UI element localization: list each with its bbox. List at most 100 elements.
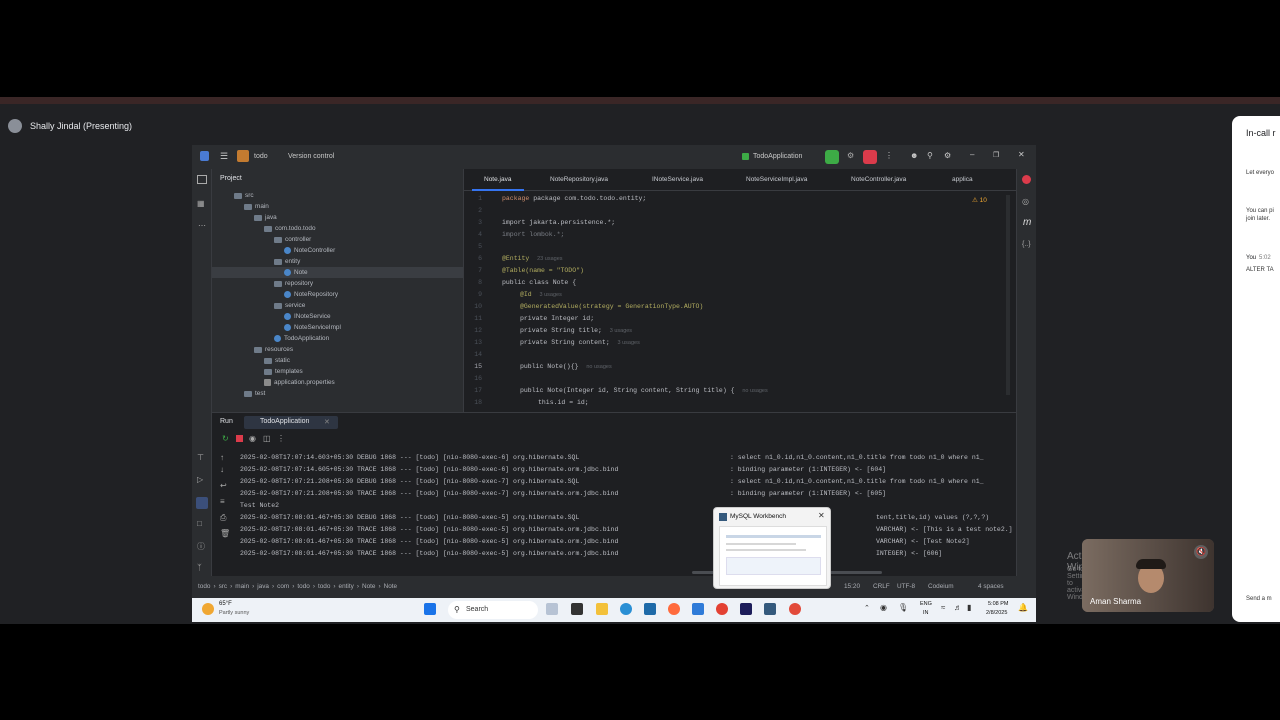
tree-item-templates[interactable]: templates (264, 366, 303, 377)
restore-icon[interactable]: ❐ (993, 151, 999, 159)
debug-icon[interactable]: ⚙ (847, 151, 854, 160)
popup-thumbnail[interactable] (719, 526, 827, 586)
task-view-icon[interactable] (571, 603, 583, 615)
tab-note-repository[interactable]: NoteRepository.java (550, 176, 608, 183)
tree-item-noteserviceimpl[interactable]: NoteServiceImpl (284, 322, 341, 333)
more-run-icon[interactable]: ⋮ (277, 434, 285, 443)
wrap-icon[interactable]: ↩ (220, 481, 227, 490)
stop-icon[interactable] (236, 435, 243, 442)
editor-scrollbar[interactable] (1006, 195, 1010, 395)
taskbar-preview-popup[interactable]: MySQL Workbench ✕ (713, 507, 831, 589)
tree-item-static[interactable]: static (264, 355, 290, 366)
chrome-icon[interactable] (716, 603, 728, 615)
copilot-icon[interactable] (668, 603, 680, 615)
tree-item-controller[interactable]: controller (274, 234, 311, 245)
tree-item-notecontroller[interactable]: NoteController (284, 245, 335, 256)
usages-hint[interactable]: no usages (742, 388, 767, 394)
start-button-icon[interactable] (424, 603, 436, 615)
mic-icon[interactable]: 🎙 (898, 603, 908, 612)
breadcrumb-item[interactable]: entity (339, 583, 354, 590)
ai-assistant-icon[interactable]: {..} (1022, 241, 1031, 248)
taskbar-search[interactable]: ⚲ Search (448, 601, 538, 619)
tree-item-resources[interactable]: resources (254, 344, 293, 355)
usages-hint[interactable]: 3 usages (618, 340, 640, 346)
tree-item-test[interactable]: test (244, 388, 265, 399)
tree-item-main[interactable]: main (244, 201, 269, 212)
battery-icon[interactable]: ▮ (967, 603, 971, 612)
edge-icon[interactable] (620, 603, 632, 615)
volume-icon[interactable]: ♬ (954, 603, 962, 612)
camera-icon[interactable]: ◉ (249, 434, 256, 443)
weather-icon[interactable] (202, 603, 214, 615)
wifi-icon[interactable]: ≈ (941, 603, 945, 612)
close-tab-icon[interactable]: ✕ (324, 418, 330, 426)
more-icon[interactable]: ⋮ (885, 151, 893, 160)
mysql-workbench-icon[interactable] (764, 603, 776, 615)
tree-item-java[interactable]: java (254, 212, 277, 223)
clock-time[interactable]: 5:08 PM (988, 601, 1008, 607)
breadcrumb-item[interactable]: com (277, 583, 289, 590)
send-message-input[interactable]: Send a m (1246, 596, 1272, 602)
breadcrumb-item[interactable]: todo (318, 583, 330, 590)
notification-bell-icon[interactable]: 🔔 (1018, 603, 1028, 612)
tree-item-application-properties[interactable]: application.properties (264, 377, 335, 388)
popup-close-icon[interactable]: ✕ (818, 511, 825, 520)
profile-icon[interactable]: ☻ (910, 151, 918, 160)
usages-hint[interactable]: 3 usages (540, 292, 562, 298)
tree-item-src[interactable]: src (234, 190, 254, 201)
tab-note-controller[interactable]: NoteController.java (851, 176, 906, 183)
postman-icon[interactable] (789, 603, 801, 615)
widgets-icon[interactable] (546, 603, 558, 615)
database-icon[interactable]: ◎ (1022, 197, 1029, 206)
vscode-icon[interactable] (692, 603, 704, 615)
terminal-icon[interactable]: □ (197, 519, 202, 528)
project-panel-title[interactable]: Project (220, 175, 242, 182)
layout-icon[interactable]: ◫ (263, 434, 271, 443)
print-icon[interactable]: ⎙ (220, 513, 226, 523)
cursor-position[interactable]: 15:20 (844, 583, 860, 590)
intellij-icon[interactable] (740, 603, 752, 615)
scroll-down-icon[interactable]: ↓ (220, 465, 224, 474)
settings-gear-icon[interactable]: ⚙ (944, 151, 951, 160)
tray-expand-icon[interactable]: ⌃ (864, 604, 870, 612)
usages-hint[interactable]: 23 usages (537, 256, 562, 262)
tree-item-note[interactable]: Note (212, 267, 463, 278)
codeium-status[interactable]: Codeium (928, 583, 954, 590)
stop-button[interactable] (863, 150, 877, 164)
file-encoding[interactable]: UTF-8 (897, 583, 915, 590)
tab-inote-service[interactable]: INoteService.java (652, 176, 703, 183)
tree-item-todoapplication[interactable]: TodoApplication (274, 333, 329, 344)
store-icon[interactable] (644, 603, 656, 615)
project-name[interactable]: todo (254, 153, 268, 160)
run-active-icon[interactable] (196, 497, 208, 509)
tab-note-java[interactable]: Note.java (484, 176, 511, 183)
usages-hint[interactable]: 3 usages (610, 328, 632, 334)
build-icon[interactable]: ⊤ (197, 453, 204, 462)
webcam-tile[interactable]: 🔇 Aman Sharma (1082, 539, 1214, 612)
notifications-icon[interactable] (1022, 175, 1031, 184)
file-explorer-icon[interactable] (596, 603, 608, 615)
problems-icon[interactable]: ⓘ (197, 541, 205, 552)
tree-item-repository[interactable]: repository (274, 278, 313, 289)
rerun-icon[interactable]: ↻ (222, 434, 229, 443)
tree-item-entity[interactable]: entity (274, 256, 300, 267)
hamburger-menu-icon[interactable]: ☰ (220, 151, 228, 162)
tree-item-noterepository[interactable]: NoteRepository (284, 289, 338, 300)
run-tab-label[interactable]: Run (220, 418, 233, 425)
breadcrumb-item[interactable]: src (219, 583, 228, 590)
scroll-up-icon[interactable]: ↑ (220, 453, 224, 462)
more-tools-icon[interactable]: ⋯ (198, 221, 206, 230)
filter-icon[interactable]: ≡ (220, 497, 225, 506)
code-editor[interactable]: Note.java NoteRepository.java INoteServi… (464, 169, 1036, 412)
tree-item-service[interactable]: service (274, 300, 305, 311)
indent-setting[interactable]: 4 spaces (978, 583, 1004, 590)
tab-note-service-impl[interactable]: NoteServiceImpl.java (746, 176, 807, 183)
maven-icon[interactable]: m (1023, 217, 1031, 228)
rerun-button[interactable] (825, 150, 839, 164)
tree-item-inoteservice[interactable]: INoteService (284, 311, 331, 322)
breadcrumb-item[interactable]: todo (297, 583, 309, 590)
clear-icon[interactable]: 🗑 (220, 529, 230, 538)
breadcrumb-item[interactable]: Note (384, 583, 398, 590)
breadcrumb-item[interactable]: main (235, 583, 249, 590)
breadcrumb-item[interactable]: todo (198, 583, 210, 590)
